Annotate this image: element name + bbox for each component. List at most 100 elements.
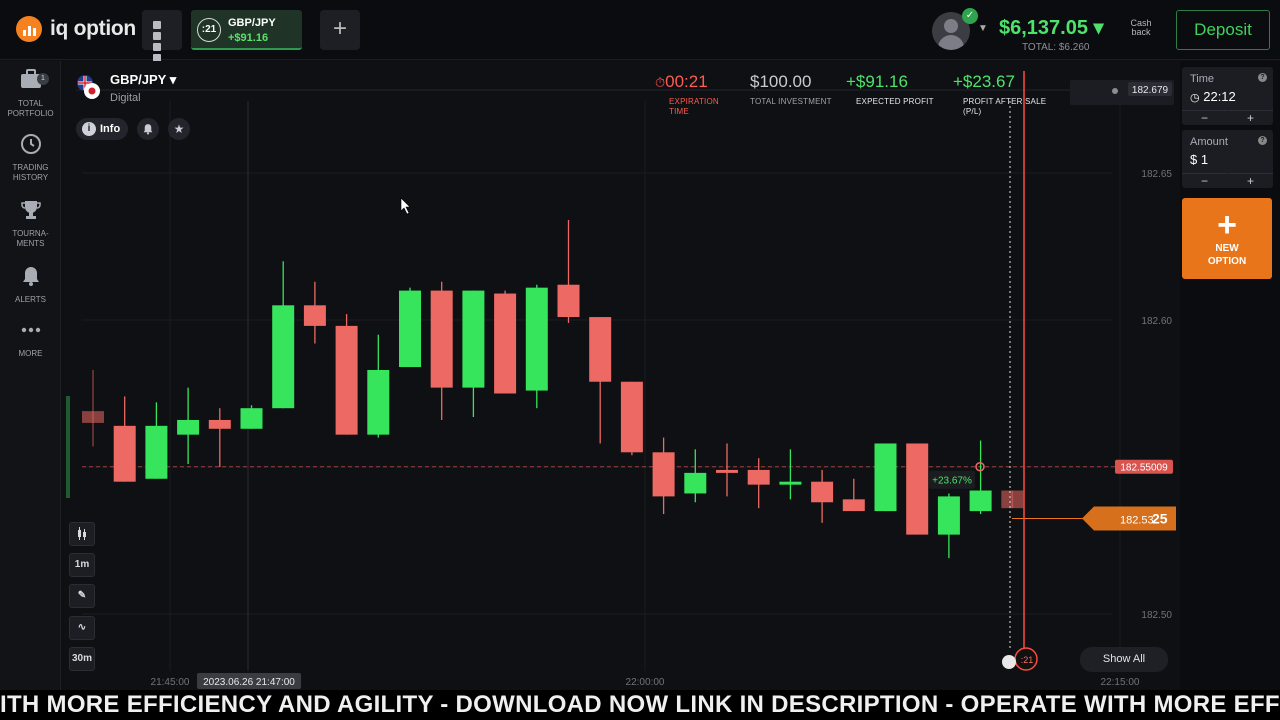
- sidebar-item-trading-history[interactable]: TRADING HISTORY: [0, 133, 61, 183]
- y-tick-label: 182.50: [1141, 610, 1172, 621]
- logo-icon: [16, 16, 42, 42]
- timer-icon: [1002, 655, 1016, 669]
- candle-body: [240, 408, 263, 429]
- bell-icon: [0, 265, 61, 291]
- sidebar-item-alerts[interactable]: ALERTS: [0, 265, 61, 305]
- left-marker: [66, 396, 70, 498]
- candle-body: [779, 481, 802, 485]
- sidebar-item-label: PORTFOLIO: [7, 109, 54, 118]
- sidebar-item-label: MORE: [18, 349, 43, 358]
- candle-body: [684, 472, 707, 494]
- star-icon: ★: [173, 122, 185, 136]
- candle-body: [145, 425, 168, 479]
- profit-after-sale-value: +$23.67: [953, 72, 1015, 91]
- top-price-label: 182.679: [1132, 85, 1169, 96]
- candle-body: [906, 443, 929, 535]
- profit-after-sale-stat[interactable]: +$23.67 PROFIT AFTER SALE (P/L): [953, 72, 1046, 117]
- top-bar: iq option :21 GBP/JPY +$91.16 + ✓ ▼ $6,1…: [0, 0, 1280, 62]
- help-icon[interactable]: ?: [1258, 73, 1267, 82]
- candle-body: [272, 305, 295, 409]
- cashback-button[interactable]: Cash back: [1128, 19, 1154, 37]
- time-label: Time: [1190, 73, 1215, 85]
- time-minus-button[interactable]: −: [1182, 110, 1227, 125]
- candle-body: [208, 419, 231, 429]
- candles-icon: [78, 527, 86, 540]
- dots-icon: [0, 319, 61, 345]
- promo-ticker: ITH MORE EFFICIENCY AND AGILITY - DOWNLO…: [0, 690, 1280, 720]
- cashback-label-2: back: [1131, 27, 1151, 37]
- time-field[interactable]: Time ? ◷ 22:12 − +: [1182, 67, 1273, 125]
- stopwatch-icon: ⏱: [655, 75, 666, 90]
- time-value: ◷ 22:12: [1190, 89, 1236, 104]
- asset-tab-name: GBP/JPY: [228, 17, 276, 29]
- timeframe-button[interactable]: 1m: [69, 553, 95, 577]
- asset-tab-pnl: +$91.16: [228, 32, 269, 44]
- investment-stat: $100.00 TOTAL INVESTMENT: [750, 72, 832, 107]
- sidebar-item-label: HISTORY: [12, 173, 49, 182]
- logo[interactable]: iq option: [16, 16, 136, 42]
- indicators-button[interactable]: ∿: [69, 616, 95, 640]
- candle-body: [716, 469, 738, 473]
- logo-text: iq option: [50, 17, 136, 40]
- avatar-dropdown-icon[interactable]: ▼: [978, 23, 988, 34]
- profit-after-sale-label: PROFIT AFTER SALE (P/L): [963, 97, 1047, 116]
- sidebar-item-tournaments[interactable]: TOURNA- MENTS: [0, 199, 61, 249]
- asset-grid-button[interactable]: [142, 10, 182, 62]
- info-button[interactable]: i Info: [76, 118, 128, 140]
- account-balance[interactable]: $6,137.05 ▾: [999, 15, 1104, 40]
- candle-body: [557, 284, 580, 318]
- candle-body: [874, 443, 897, 512]
- sidebar-item-more[interactable]: MORE: [0, 319, 61, 359]
- candle-body: [747, 469, 770, 485]
- help-icon[interactable]: ?: [1258, 136, 1267, 145]
- candle-body: [620, 381, 643, 453]
- amount-plus-button[interactable]: +: [1228, 173, 1273, 188]
- investment-value: $100.00: [750, 72, 812, 91]
- expected-profit-label: EXPECTED PROFIT: [856, 97, 934, 106]
- x-tick-label: 21:45:00: [151, 677, 190, 688]
- show-all-button[interactable]: Show All: [1080, 647, 1168, 672]
- zoom-button[interactable]: 30m: [69, 647, 95, 671]
- candle-body: [462, 290, 485, 388]
- asset-tab-timer: :21: [197, 18, 221, 42]
- candle-body: [113, 425, 136, 482]
- trophy-icon: [0, 199, 61, 225]
- amount-label: Amount: [1190, 136, 1228, 148]
- alert-bell-button[interactable]: [137, 118, 159, 140]
- x-tick-label: 22:00:00: [626, 677, 665, 688]
- drawing-tools-button[interactable]: ✎: [69, 584, 95, 608]
- active-asset-tab[interactable]: :21 GBP/JPY +$91.16: [191, 10, 302, 50]
- asset-name: GBP/JPY ▾: [110, 72, 177, 87]
- profit-marker-label: +23.67%: [932, 476, 972, 487]
- current-price-label: 182.53: [1120, 514, 1154, 526]
- info-icon: i: [82, 122, 96, 136]
- amount-value[interactable]: $ 1: [1190, 152, 1208, 167]
- briefcase-icon: [0, 69, 61, 95]
- add-asset-button[interactable]: +: [320, 10, 360, 50]
- plus-icon: +: [1217, 206, 1237, 244]
- deposit-button[interactable]: Deposit: [1176, 10, 1270, 50]
- new-option-label-1: NEW: [1215, 243, 1239, 254]
- candle-body: [399, 290, 421, 368]
- amount-field[interactable]: Amount ? $ 1 − +: [1182, 130, 1273, 188]
- candle-body: [303, 305, 326, 326]
- price-chart[interactable]: 182.65182.60182.55182.5022:00:0022:15:00…: [62, 61, 1180, 691]
- amount-minus-button[interactable]: −: [1182, 173, 1227, 188]
- favorite-button[interactable]: ★: [168, 118, 190, 140]
- wave-icon: ∿: [77, 622, 87, 633]
- sidebar-item-portfolio[interactable]: 1 TOTAL PORTFOLIO: [0, 69, 61, 119]
- sidebar-item-label: ALERTS: [15, 295, 46, 304]
- candle-body: [525, 287, 548, 391]
- bell-icon: [1112, 88, 1118, 94]
- sidebar: 1 TOTAL PORTFOLIO TRADING HISTORY TOURNA…: [0, 61, 61, 691]
- expiration-label: EXPIRATION TIME: [669, 97, 719, 116]
- time-plus-button[interactable]: +: [1228, 110, 1273, 125]
- asset-type: Digital: [110, 92, 141, 104]
- strike-price-label: 182.55009: [1120, 463, 1168, 474]
- candle-body: [652, 452, 675, 497]
- sidebar-item-label: TOTAL: [17, 99, 44, 108]
- new-option-button[interactable]: + NEW OPTION: [1182, 198, 1272, 279]
- verified-check-icon: ✓: [962, 8, 978, 24]
- candle-body: [82, 411, 104, 423]
- chart-type-button[interactable]: [69, 522, 95, 546]
